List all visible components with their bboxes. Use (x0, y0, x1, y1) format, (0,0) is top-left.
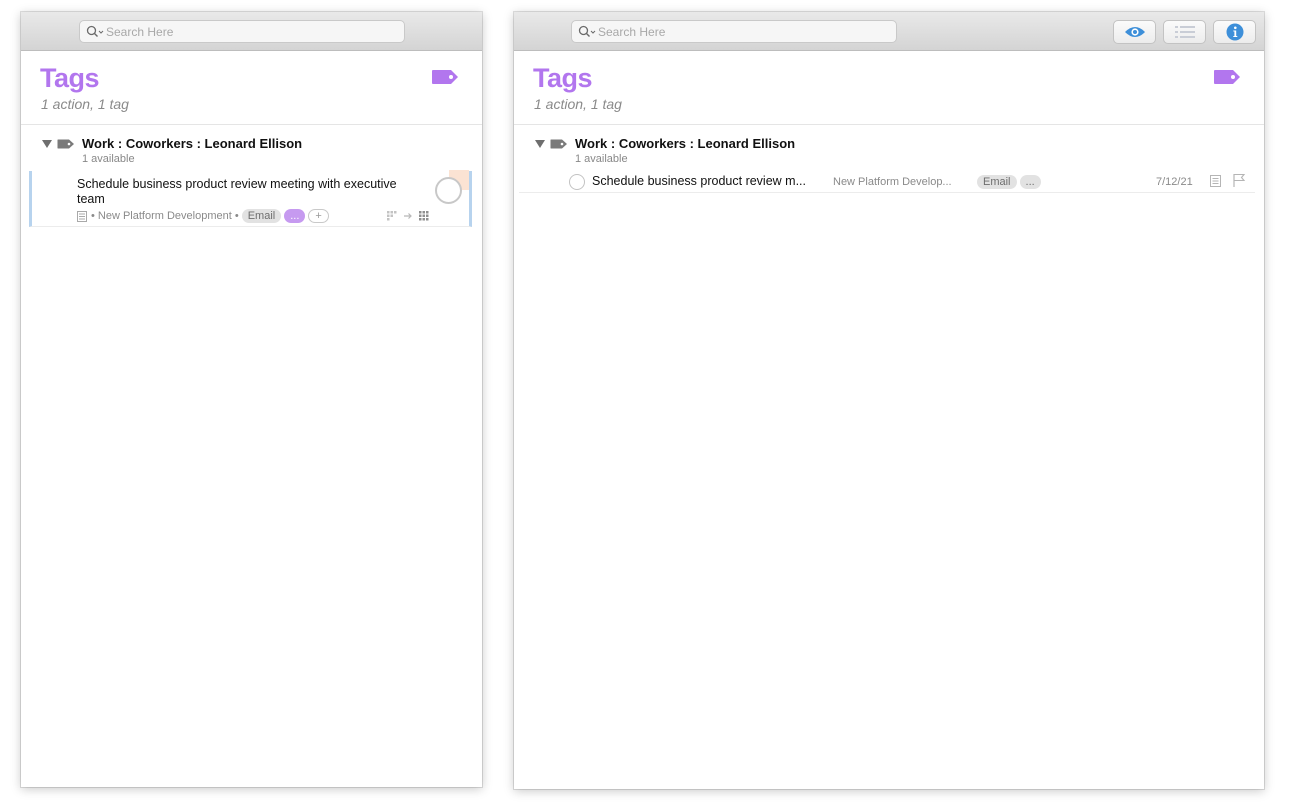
task-meta: • New Platform Development • Email ... + (77, 209, 329, 223)
toolbar (514, 12, 1264, 51)
toolbar (21, 12, 482, 51)
note-icon[interactable] (77, 210, 87, 222)
inspector-button[interactable] (1213, 20, 1256, 44)
tags-window-compact-view: Tags 1 action, 1 tag Work : Coworkers : … (514, 12, 1264, 789)
search-icon (576, 21, 598, 42)
task-row[interactable]: Schedule business product review m... Ne… (519, 171, 1255, 193)
tag-icon (432, 70, 458, 84)
disclosure-triangle-icon[interactable] (535, 140, 545, 148)
task-title[interactable]: Schedule business product review meeting… (77, 177, 417, 207)
task-title[interactable]: Schedule business product review m... (592, 174, 817, 188)
tag-pill-email[interactable]: Email (977, 175, 1017, 189)
group-available-count: 1 available (575, 153, 628, 165)
page-subtitle: 1 action, 1 tag (41, 96, 129, 112)
search-input[interactable] (106, 21, 404, 42)
search-field[interactable] (79, 20, 405, 43)
perspective-header: Tags 1 action, 1 tag (514, 51, 1264, 125)
perspective-header: Tags 1 action, 1 tag (21, 51, 482, 125)
info-icon (1226, 23, 1243, 41)
tag-group-leonard-ellison: Work : Coworkers : Leonard Ellison 1 ava… (519, 136, 1259, 172)
task-checkbox[interactable] (569, 174, 585, 190)
tag-icon (1214, 70, 1240, 84)
project-label[interactable]: New Platform Develop... (833, 176, 968, 188)
note-icon[interactable] (1210, 175, 1221, 187)
search-field[interactable] (571, 20, 897, 43)
group-title[interactable]: Work : Coworkers : Leonard Ellison (575, 136, 795, 151)
tag-pill-email[interactable]: Email (241, 209, 282, 223)
project-label[interactable]: • New Platform Development • (91, 210, 239, 222)
tag-icon (57, 139, 74, 149)
eye-icon (1124, 27, 1145, 37)
page-title: Tags (40, 63, 100, 93)
due-grid-icon[interactable] (419, 211, 429, 221)
tag-icon (550, 139, 567, 149)
search-input[interactable] (598, 21, 896, 42)
task-row[interactable]: Schedule business product review meeting… (29, 170, 472, 227)
search-icon (84, 21, 106, 42)
page-title: Tags (533, 63, 593, 93)
view-options-button[interactable] (1113, 20, 1156, 44)
flag-icon[interactable] (1232, 173, 1246, 188)
tags-window-expanded-view: Tags 1 action, 1 tag Work : Coworkers : … (21, 12, 482, 787)
defer-grid-icon[interactable] (387, 211, 397, 221)
row-action-icons (387, 211, 429, 221)
tag-pill-more[interactable]: ... (1019, 175, 1041, 189)
group-available-count: 1 available (82, 153, 135, 165)
tag-pill-more[interactable]: ... (284, 209, 306, 223)
tag-group-leonard-ellison: Work : Coworkers : Leonard Ellison 1 ava… (26, 136, 476, 172)
list-icon (1174, 26, 1195, 38)
due-date[interactable]: 7/12/21 (1156, 176, 1193, 188)
disclosure-triangle-icon[interactable] (42, 140, 52, 148)
task-checkbox[interactable] (435, 177, 462, 204)
task-tags: Email ... (977, 175, 1041, 189)
add-tag-button[interactable]: + (308, 209, 329, 223)
outline-view-button[interactable] (1163, 20, 1206, 44)
arrow-right-icon (404, 213, 412, 219)
page-subtitle: 1 action, 1 tag (534, 96, 622, 112)
group-title[interactable]: Work : Coworkers : Leonard Ellison (82, 136, 302, 151)
